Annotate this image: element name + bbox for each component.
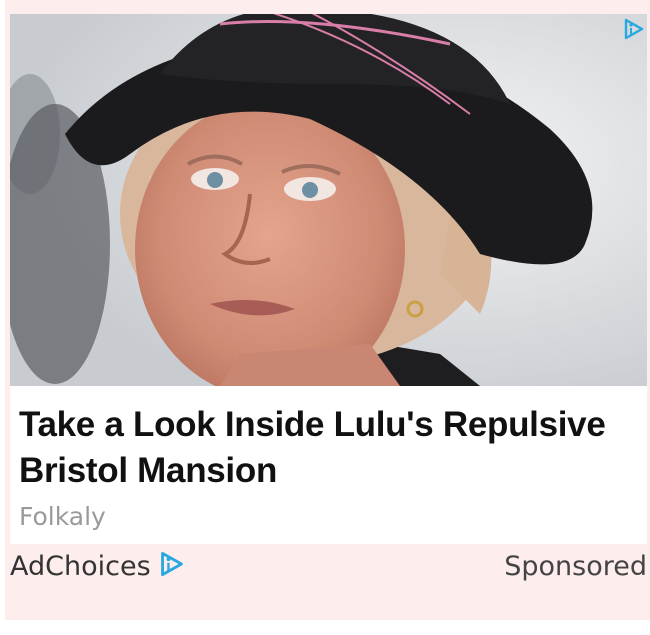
ad-image[interactable] [10, 14, 647, 386]
ad-source[interactable]: Folkaly [19, 502, 106, 531]
ad-container: Take a Look Inside Lulu's Repulsive Bris… [5, 0, 650, 620]
portrait-photo [10, 14, 647, 386]
ad-headline[interactable]: Take a Look Inside Lulu's Repulsive Bris… [19, 402, 639, 494]
adchoices-icon[interactable] [623, 18, 645, 40]
ad-footer: AdChoices Sponsored [10, 548, 647, 588]
ad-card[interactable]: Take a Look Inside Lulu's Repulsive Bris… [10, 14, 647, 544]
adchoices-label: AdChoices [10, 551, 151, 582]
adchoices-link[interactable]: AdChoices [10, 551, 185, 582]
sponsored-label: Sponsored [504, 551, 647, 582]
adchoices-icon [159, 551, 185, 582]
